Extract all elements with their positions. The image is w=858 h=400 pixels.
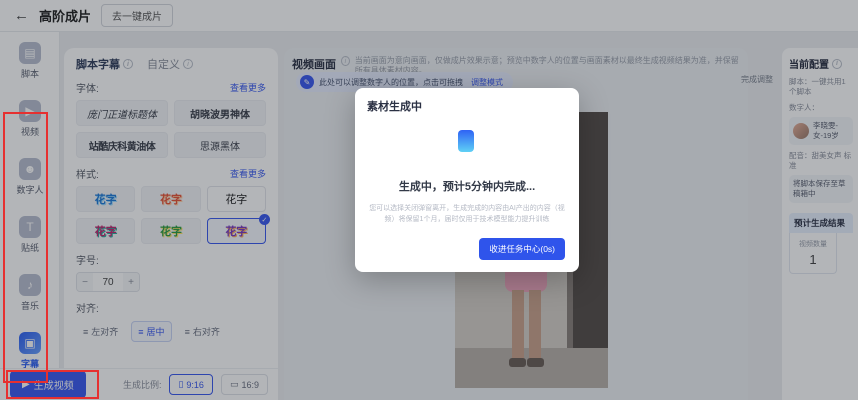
annotation-box-sidebar [3, 112, 48, 383]
annotation-box-generate-button [6, 370, 99, 399]
modal-note-text: 您可以选择关闭弹窗离开，生成完成的内容由AI产出的内容（视频）将保留1个月，届时… [369, 203, 565, 225]
generating-modal: 素材生成中 生成中，预计5分钟内完成... 您可以选择关闭弹窗离开，生成完成的内… [355, 88, 579, 272]
loading-cube-icon [458, 130, 474, 152]
collapse-to-task-center-button[interactable]: 收进任务中心(0s) [479, 238, 565, 260]
modal-title: 素材生成中 [367, 98, 567, 114]
modal-status-text: 生成中，预计5分钟内完成... [355, 178, 579, 194]
